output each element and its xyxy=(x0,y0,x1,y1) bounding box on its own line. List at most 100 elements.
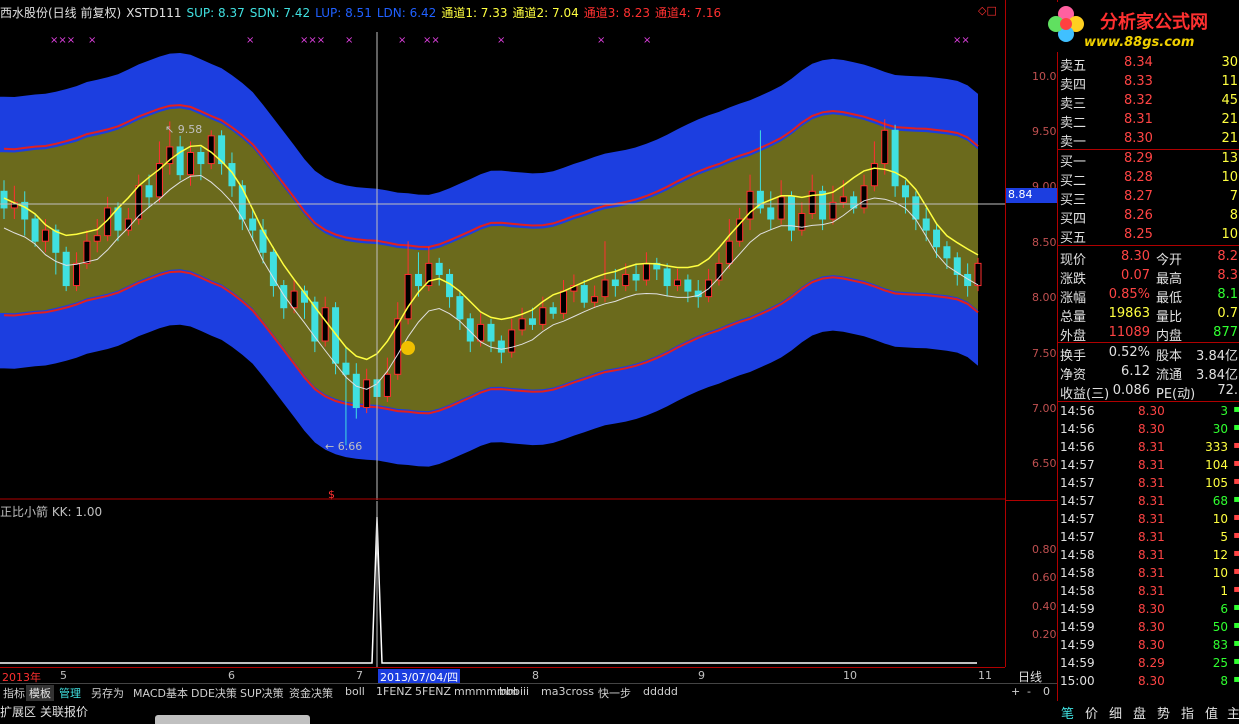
toolbar-item[interactable]: 另存为 xyxy=(88,685,127,701)
quote-row: 涨跌 0.07 最高 8.3 xyxy=(1058,267,1239,287)
panel-tab[interactable]: 细 xyxy=(1109,703,1122,722)
toolbar-item[interactable]: 管理 xyxy=(56,685,84,701)
panel-tab[interactable]: 价 xyxy=(1085,703,1098,722)
zoom-out-button[interactable]: - xyxy=(1024,685,1034,698)
toolbar-item[interactable]: 快一步 xyxy=(595,685,634,701)
ask-price: 8.33 xyxy=(1124,74,1153,89)
panel-tab[interactable]: 势 xyxy=(1157,703,1170,722)
panel-tab[interactable]: 盘 xyxy=(1133,703,1146,722)
ask-row[interactable]: 卖三 8.32 45 xyxy=(1058,92,1239,112)
sdn-value: SDN: 7.42 xyxy=(249,6,311,20)
toolbar-item[interactable]: 指标 xyxy=(0,685,28,701)
bid-row[interactable]: 买五 8.25 10 xyxy=(1058,226,1239,246)
panel-tab[interactable]: 值 xyxy=(1205,703,1218,722)
quote-value: 6.12 xyxy=(1121,364,1150,379)
tick-time: 14:58 xyxy=(1060,548,1095,562)
ask-price: 8.34 xyxy=(1124,55,1153,70)
brand-url[interactable]: www.88gs.com xyxy=(1084,35,1194,50)
toolbar-item[interactable]: SUP决策 xyxy=(237,685,287,701)
tick-row: 14:58 8.31 12 ▪ xyxy=(1058,547,1239,566)
tick-volume: 30 xyxy=(1212,422,1228,436)
bid-label: 买五 xyxy=(1060,231,1087,246)
svg-text:×: × xyxy=(246,35,254,46)
toolbar-item[interactable]: 资金决策 xyxy=(286,685,336,701)
bid-row[interactable]: 买三 8.27 7 xyxy=(1058,188,1239,208)
sell-markers: ××× × × ××× × × ×× × × × ×× xyxy=(50,35,970,46)
date-label: 9 xyxy=(698,669,705,682)
panel-tab-bar: 笔 价 细 盘 势 指 值 主 xyxy=(1057,701,1239,724)
bid-volume: 10 xyxy=(1221,170,1238,185)
ask-label: 卖四 xyxy=(1060,78,1087,93)
bid-label: 买二 xyxy=(1060,174,1087,189)
quote-label: 净资 xyxy=(1060,368,1087,383)
toolbar-item[interactable]: ddddd xyxy=(640,685,681,698)
panel-tab[interactable]: 笔 xyxy=(1061,703,1074,722)
quote-value: 8.3 xyxy=(1217,268,1238,283)
tick-time: 14:58 xyxy=(1060,566,1095,580)
panel-tab[interactable]: 主 xyxy=(1227,703,1239,722)
ask-volume: 11 xyxy=(1221,74,1238,89)
bid-row[interactable]: 买四 8.26 8 xyxy=(1058,207,1239,227)
candle-body xyxy=(487,323,495,342)
indicator-chart[interactable] xyxy=(0,501,1005,667)
svg-text:×: × xyxy=(88,35,96,46)
toolbar-item[interactable]: 模板 xyxy=(26,685,54,701)
toolbar-item[interactable]: ma3cross xyxy=(538,685,597,698)
ask-label: 卖二 xyxy=(1060,116,1087,131)
panel-tab[interactable]: 指 xyxy=(1181,703,1194,722)
candle-body xyxy=(73,262,81,287)
date-label: 11 xyxy=(978,669,992,682)
svg-text:××: ×× xyxy=(953,35,970,46)
bid-price: 8.26 xyxy=(1124,208,1153,223)
corner-icon[interactable]: ◇□ xyxy=(978,4,997,17)
svg-text:×: × xyxy=(597,35,605,46)
price-chart[interactable]: ××× × × ××× × × ×× × × × ×× ↖ 9.58 ← 6.66 $ xyxy=(0,0,1005,500)
ask-label: 卖三 xyxy=(1060,97,1087,112)
ask-row[interactable]: 卖四 8.33 11 xyxy=(1058,73,1239,93)
quote-value: 0.07 xyxy=(1121,268,1150,283)
candle-body xyxy=(456,296,464,320)
toolbar-item[interactable]: 1FENZ xyxy=(373,685,415,698)
toolbar-item[interactable]: bbbiii xyxy=(496,685,532,698)
tick-price: 8.31 xyxy=(1138,548,1165,562)
quote-value: 0.52% xyxy=(1108,345,1150,360)
tick-volume: 83 xyxy=(1212,638,1228,652)
zoom-in-button[interactable]: + xyxy=(1008,685,1023,698)
candle-body xyxy=(83,240,91,264)
ask-row[interactable]: 卖二 8.31 21 xyxy=(1058,111,1239,131)
toolbar-item[interactable]: MACD基本 xyxy=(130,685,191,701)
lup-value: LUP: 8.51 xyxy=(315,6,372,20)
bid-row[interactable]: 买一 8.29 13 xyxy=(1058,150,1239,170)
candle-body xyxy=(591,296,599,303)
extension-area-tab[interactable]: 扩展区 xyxy=(0,703,36,720)
tick-direction-icon: ▪ xyxy=(1233,548,1239,559)
candle-body xyxy=(145,185,153,198)
tick-time: 14:59 xyxy=(1060,638,1095,652)
tick-row: 14:59 8.30 83 ▪ xyxy=(1058,637,1239,656)
tick-time: 14:59 xyxy=(1060,602,1095,616)
ask-volume: 21 xyxy=(1221,131,1238,146)
candle-body xyxy=(383,373,391,397)
candle-body xyxy=(342,362,350,375)
toolbar-item[interactable]: boll xyxy=(342,685,368,698)
quote-value: 0.7 xyxy=(1217,306,1238,321)
ask-row[interactable]: 卖一 8.30 21 xyxy=(1058,130,1239,150)
toolbar-item[interactable]: 5FENZ xyxy=(412,685,454,698)
related-quote-tab[interactable]: 关联报价 xyxy=(40,703,88,720)
bid-volume: 8 xyxy=(1229,208,1238,223)
status-bar: 扩展区 关联报价 xyxy=(0,701,1239,724)
candle-body xyxy=(611,279,619,287)
bid-row[interactable]: 买二 8.28 10 xyxy=(1058,169,1239,189)
tick-price: 8.30 xyxy=(1138,620,1165,634)
toolbar-item[interactable]: DDE决策 xyxy=(188,685,240,701)
quote-label: 总量 xyxy=(1060,310,1087,325)
ask-row[interactable]: 卖五 8.34 30 xyxy=(1058,54,1239,74)
axis-tick: 9.50 xyxy=(1032,125,1057,138)
reset-button[interactable]: 0 xyxy=(1040,685,1053,698)
tick-direction-icon: ▪ xyxy=(1233,530,1239,541)
candle-body xyxy=(528,318,536,325)
tick-row: 14:57 8.31 68 ▪ xyxy=(1058,493,1239,512)
candle-body xyxy=(881,129,889,165)
tick-time: 14:56 xyxy=(1060,404,1095,418)
tick-time: 14:57 xyxy=(1060,512,1095,526)
